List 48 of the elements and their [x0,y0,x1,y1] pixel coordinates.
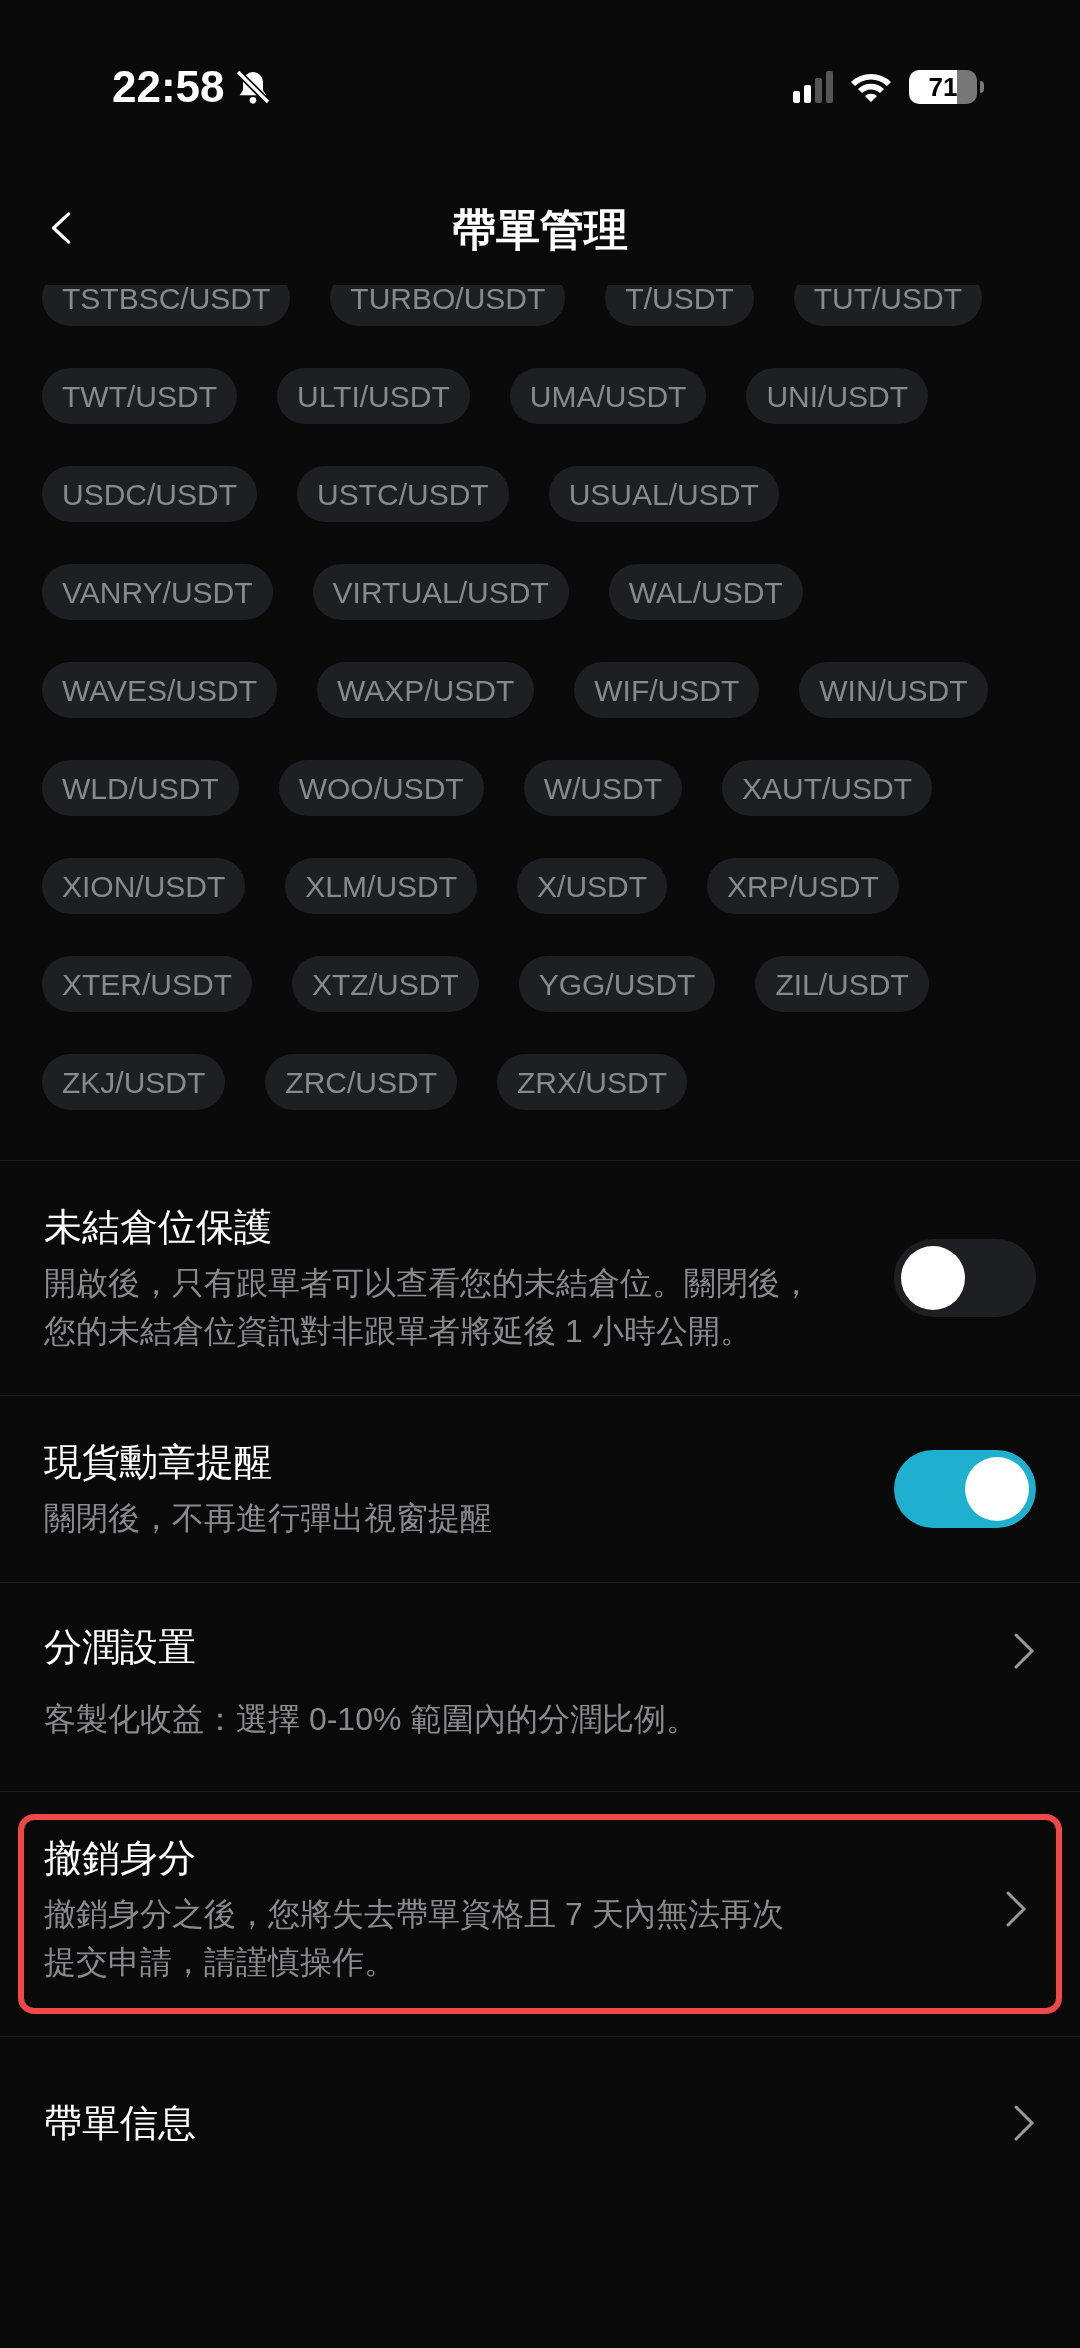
trading-pair-tag: TURBO/USDT [330,285,566,326]
setting-title: 分潤設置 [44,1625,197,1670]
trading-pair-tag: USTC/USDT [297,466,509,522]
trading-pair-tag: TUT/USDT [793,285,982,326]
trading-pair-tag: ZRC/USDT [265,1054,457,1110]
clock-time: 22:58 [112,64,225,109]
trading-pair-tag: USUAL/USDT [548,466,779,522]
trading-pair-tag: W/USDT [523,760,682,816]
chevron-right-icon[interactable] [1012,2103,1036,2143]
trading-pair-tag: XTZ/USDT [292,956,479,1012]
page-title: 帶單管理 [452,204,628,256]
trading-pair-tag: WIF/USDT [574,662,760,718]
trading-pair-tag: USDC/USDT [42,466,257,522]
setting-description: 關閉後，不再進行彈出視窗提醒 [44,1499,493,1538]
trading-pair-tag: XTER/USDT [42,956,252,1012]
trading-pair-tag: XRP/USDT [707,858,899,914]
trading-pair-tag: UMA/USDT [509,368,707,424]
trading-pair-tag: WAVES/USDT [42,662,277,718]
setting-description: 撤銷身分之後，您將失去帶單資格且 7 天內無法再次提交申請，請謹慎操作。 [44,1895,785,1982]
trading-pair-tag: TWT/USDT [42,368,237,424]
setting-title: 撤銷身分 [44,1836,197,1881]
trading-pair-tag: VIRTUAL/USDT [312,564,569,620]
trading-pair-tag: UNI/USDT [746,368,929,424]
trading-pair-tag: XLM/USDT [285,858,478,914]
setting-title: 未結倉位保護 [44,1205,273,1250]
trading-pair-tag: WLD/USDT [42,760,239,816]
trading-pair-tag: VANRY/USDT [42,564,273,620]
trading-pair-tag: XAUT/USDT [722,760,932,816]
chevron-right-icon[interactable] [1004,1889,1028,1929]
trading-pair-tag: X/USDT [517,858,668,914]
trading-pair-tag: ZIL/USDT [755,956,929,1012]
setting-title: 帶單信息 [44,2101,197,2146]
trading-pair-tag: WIN/USDT [799,662,988,718]
trading-pair-tag: ULTI/USDT [276,368,470,424]
trading-pair-tag: XION/USDT [42,858,246,914]
trading-pair-tag: WOO/USDT [278,760,484,816]
trading-pair-tag: YGG/USDT [518,956,716,1012]
setting-description: 開啟後，只有跟單者可以查看您的未結倉位。關閉後，您的未結倉位資訊對非跟單者將延後 1 小時公開。 [44,1264,813,1351]
setting-title: 現貨勳章提醒 [44,1440,273,1485]
trading-pair-tag: T/USDT [605,285,754,326]
trading-pair-tag: WAL/USDT [608,564,803,620]
signal-icon [793,70,833,103]
trading-pair-tag: WAXP/USDT [317,662,535,718]
chevron-right-icon[interactable] [1012,1631,1036,1671]
trading-pair-tag: ZRX/USDT [497,1054,687,1110]
setting-description: 客製化收益：選擇 0-10% 範圍內的分潤比例。 [44,1700,700,1739]
trading-pair-tag: ZKJ/USDT [42,1054,226,1110]
trading-pair-tag: TSTBSC/USDT [42,285,291,326]
